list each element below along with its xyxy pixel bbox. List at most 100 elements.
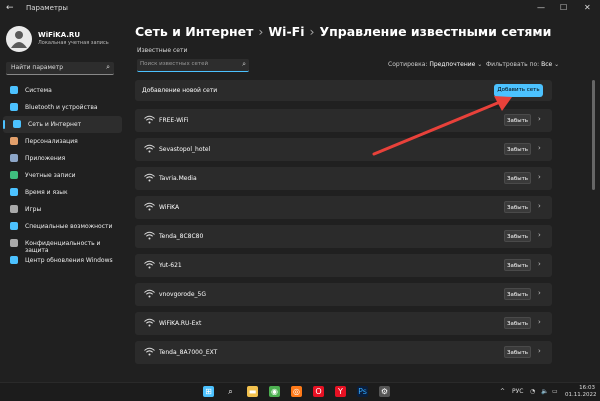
network-row[interactable]: Sevastopol_hotel Забыть › <box>135 138 552 161</box>
chevron-down-icon: ⌄ <box>477 61 483 68</box>
filter-dropdown[interactable]: Фильтровать по: Все ⌄ <box>486 61 559 68</box>
sidebar-item-label: Персонализация <box>25 138 78 145</box>
back-arrow-icon[interactable]: ← <box>6 3 14 13</box>
search-placeholder: Найти параметр <box>11 64 63 71</box>
forget-button[interactable]: Забыть <box>504 172 531 184</box>
network-row[interactable]: vnovgorode_5G Забыть › <box>135 283 552 306</box>
network-row[interactable]: FREE-WiFi Забыть › <box>135 109 552 132</box>
scrollbar[interactable] <box>592 80 595 190</box>
bluetooth-icon <box>10 103 18 111</box>
network-name: Tavria.Media <box>159 175 197 182</box>
sidebar-item-brush[interactable]: Персонализация <box>0 133 125 150</box>
sidebar-item-clock[interactable]: Время и язык <box>0 184 125 201</box>
sidebar-item-label: Специальные возможности <box>25 223 113 230</box>
chevron-right-icon[interactable]: › <box>538 347 541 355</box>
avatar[interactable] <box>6 26 32 52</box>
sidebar-item-label: Приложения <box>25 155 66 162</box>
wifi-tray-icon[interactable]: ◔ <box>530 388 535 395</box>
chevron-right-icon[interactable]: › <box>538 289 541 297</box>
firefox-icon[interactable]: ◎ <box>291 386 302 397</box>
search-icon[interactable]: ⌕ <box>225 386 236 397</box>
account-icon <box>10 171 18 179</box>
known-networks-search-input[interactable]: Поиск известных сетей ⌕ <box>137 59 249 72</box>
chevron-right-icon[interactable]: › <box>538 202 541 210</box>
sort-value: Предпочтение <box>429 61 476 68</box>
network-name: Yut-621 <box>159 262 182 269</box>
network-name: Sevastopol_hotel <box>159 146 211 153</box>
chevron-right-icon[interactable]: › <box>538 115 541 123</box>
chevron-right-icon[interactable]: › <box>538 318 541 326</box>
title-bar: ← Параметры — ☐ ✕ <box>0 0 600 18</box>
sidebar-item-label: Центр обновления Windows <box>25 257 113 264</box>
chevron-right-icon[interactable]: › <box>538 260 541 268</box>
page-title: Управление известными сетями <box>319 24 552 39</box>
sort-dropdown[interactable]: Сортировка: Предпочтение ⌄ <box>388 61 482 68</box>
settings-search-input[interactable]: Найти параметр ⌕ <box>6 62 114 75</box>
clock-icon <box>10 188 18 196</box>
sidebar-item-network[interactable]: Сеть и Интернет <box>3 116 122 133</box>
sidebar-item-apps[interactable]: Приложения <box>0 150 125 167</box>
network-name: WiFiKA <box>159 204 180 211</box>
forget-button[interactable]: Забыть <box>504 317 531 329</box>
photoshop-icon[interactable]: Ps <box>357 386 368 397</box>
settings-icon[interactable]: ⚙ <box>379 386 390 397</box>
close-button[interactable]: ✕ <box>584 3 591 12</box>
network-name: vnovgorode_5G <box>159 291 207 298</box>
breadcrumb-wifi[interactable]: Wi-Fi <box>268 24 304 39</box>
network-row[interactable]: WiFiKA Забыть › <box>135 196 552 219</box>
sidebar-item-gamepad[interactable]: Игры <box>0 201 125 218</box>
chevron-right-icon[interactable]: › <box>538 144 541 152</box>
forget-button[interactable]: Забыть <box>504 230 531 242</box>
wifi-icon <box>144 202 155 211</box>
sidebar-item-accessibility[interactable]: Специальные возможности <box>0 218 125 235</box>
sidebar-item-label: Система <box>25 87 52 94</box>
forget-button[interactable]: Забыть <box>504 288 531 300</box>
chrome-icon[interactable]: ◉ <box>269 386 280 397</box>
add-network-button[interactable]: Добавить сеть <box>494 84 543 97</box>
chevron-right-icon[interactable]: › <box>538 231 541 239</box>
forget-button[interactable]: Забыть <box>504 259 531 271</box>
network-row[interactable]: Tenda_8A7000_EXT Забыть › <box>135 341 552 364</box>
chevron-right-icon[interactable]: › <box>538 173 541 181</box>
sidebar-item-label: Учетные записи <box>25 172 76 179</box>
breadcrumb-separator: › <box>309 24 315 39</box>
forget-button[interactable]: Забыть <box>504 114 531 126</box>
clock-time: 16:03 <box>579 385 595 391</box>
taskbar: ⊞ ⌕ ▬ ◉ ◎ O Y Ps ⚙ ^ РУС ◔ 🔈 ▭ 16:03 01.11.2022 <box>0 382 600 401</box>
network-row[interactable]: Yut-621 Забыть › <box>135 254 552 277</box>
user-name: WiFiKA.RU <box>38 31 81 39</box>
sidebar-item-monitor[interactable]: Система <box>0 82 125 99</box>
network-row[interactable]: Tenda_8C8C80 Забыть › <box>135 225 552 248</box>
filter-value: Все <box>541 61 553 68</box>
maximize-button[interactable]: ☐ <box>560 3 567 12</box>
sidebar-item-shield[interactable]: Конфиденциальность и защита <box>0 235 125 254</box>
search-icon: ⌕ <box>242 60 246 68</box>
network-name: FREE-WiFi <box>159 117 189 124</box>
language-indicator[interactable]: РУС <box>512 388 523 395</box>
file-explorer-icon[interactable]: ▬ <box>247 386 258 397</box>
tray-chevron-icon[interactable]: ^ <box>500 388 505 395</box>
sidebar-item-update[interactable]: Центр обновления Windows <box>0 252 125 269</box>
wifi-icon <box>144 231 155 240</box>
sidebar-nav: Система Bluetooth и устройства Сеть и Инте… <box>0 82 125 269</box>
battery-icon[interactable]: ▭ <box>552 388 558 395</box>
network-row[interactable]: Tavria.Media Забыть › <box>135 167 552 190</box>
breadcrumb-network[interactable]: Сеть и Интернет <box>135 24 253 39</box>
sidebar-item-account[interactable]: Учетные записи <box>0 167 125 184</box>
yandex-browser-icon[interactable]: Y <box>335 386 346 397</box>
sidebar-item-label: Игры <box>25 206 42 213</box>
forget-button[interactable]: Забыть <box>504 143 531 155</box>
opera-icon[interactable]: O <box>313 386 324 397</box>
forget-button[interactable]: Забыть <box>504 346 531 358</box>
forget-button[interactable]: Забыть <box>504 201 531 213</box>
clock[interactable]: 16:03 01.11.2022 <box>565 385 597 399</box>
windows-icon[interactable]: ⊞ <box>203 386 214 397</box>
volume-icon[interactable]: 🔈 <box>541 388 548 395</box>
sidebar-item-bluetooth[interactable]: Bluetooth и устройства <box>0 99 125 116</box>
minimize-button[interactable]: — <box>537 3 545 12</box>
apps-icon <box>10 154 18 162</box>
network-name: WiFiKA.RU-Ext <box>159 320 202 327</box>
gamepad-icon <box>10 205 18 213</box>
network-row[interactable]: WiFiKA.RU-Ext Забыть › <box>135 312 552 335</box>
filter-label: Фильтровать по: <box>486 61 540 68</box>
